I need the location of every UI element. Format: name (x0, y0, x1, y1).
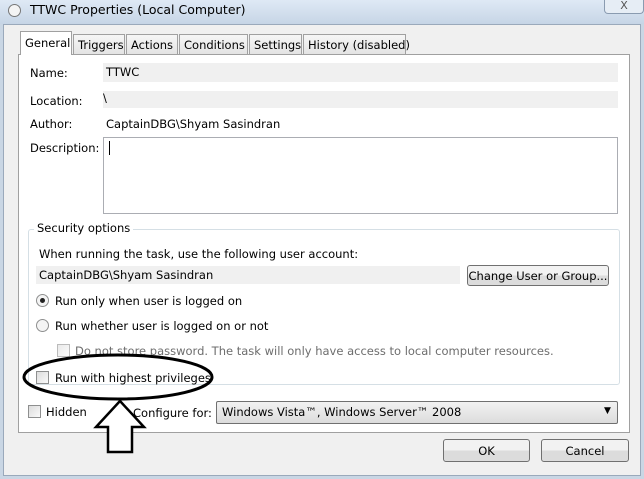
up-arrow-icon (93, 399, 147, 454)
annotation-overlay (22, 353, 214, 454)
highlight-ellipse (22, 353, 214, 401)
tab-general[interactable]: General (20, 31, 72, 55)
